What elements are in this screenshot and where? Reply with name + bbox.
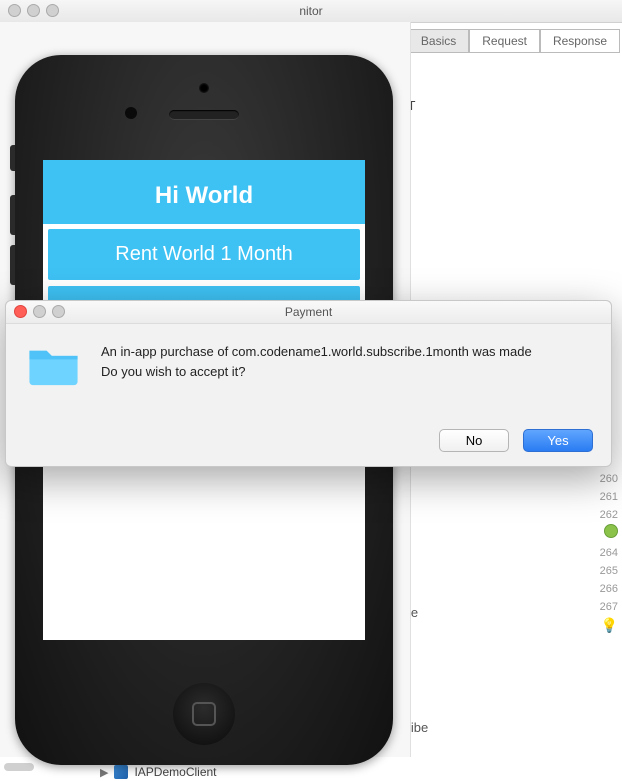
traffic-lights-monitor[interactable] [8,4,59,17]
dialog-line1: An in-app purchase of com.codename1.worl… [101,342,532,362]
tab-response[interactable]: Response [540,29,620,53]
dialog-message: An in-app purchase of com.codename1.worl… [101,342,532,387]
sensor-icon [125,107,137,119]
tab-basics[interactable]: Basics [408,29,469,53]
dialog-content: An in-app purchase of com.codename1.worl… [6,324,611,387]
gutter-line: 261 [576,488,618,506]
project-icon [114,765,128,779]
monitor-title: nitor [299,4,322,18]
tab-request[interactable]: Request [469,29,540,53]
ok-badge-icon [604,524,618,538]
horizontal-scrollbar[interactable] [4,763,34,771]
gutter-line: 266 [576,580,618,598]
front-camera-icon [199,83,209,93]
home-button[interactable] [173,683,235,745]
gutter-line: 264 [576,544,618,562]
folder-icon [26,342,81,387]
zoom-icon[interactable] [46,4,59,17]
mute-switch [10,145,15,171]
monitor-tabs: Basics Request Response [408,29,620,53]
project-breadcrumb[interactable]: ▶ IAPDemoClient [100,765,217,779]
gutter-line: 260 [576,470,618,488]
gutter-line: 262 [576,506,618,524]
dialog-titlebar: Payment [6,301,611,324]
payment-dialog: Payment An in-app purchase of com.codena… [5,300,612,467]
gutter-bulb[interactable]: 💡 [576,616,618,634]
monitor-titlebar: nitor [0,0,622,23]
zoom-icon[interactable] [52,305,65,318]
chevron-right-icon: ▶ [100,766,108,779]
gutter-line: 265 [576,562,618,580]
no-button[interactable]: No [439,429,509,452]
volume-up [10,195,15,235]
gutter-line: 267 [576,598,618,616]
project-name: IAPDemoClient [134,765,216,779]
app-title: Hi World [43,160,365,224]
minimize-icon[interactable] [27,4,40,17]
close-icon[interactable] [8,4,21,17]
minimize-icon[interactable] [33,305,46,318]
volume-down [10,245,15,285]
dialog-title: Payment [285,305,332,319]
traffic-lights-dialog[interactable] [14,305,65,318]
dialog-line2: Do you wish to accept it? [101,362,532,382]
dialog-buttons: No Yes [439,429,593,452]
earpiece-icon [169,110,239,120]
close-icon[interactable] [14,305,27,318]
yes-button[interactable]: Yes [523,429,593,452]
gutter-badge [576,524,618,544]
line-gutter: 260 261 262 264 265 266 267 💡 [576,470,622,634]
rent-1-month-button[interactable]: Rent World 1 Month [48,229,360,280]
